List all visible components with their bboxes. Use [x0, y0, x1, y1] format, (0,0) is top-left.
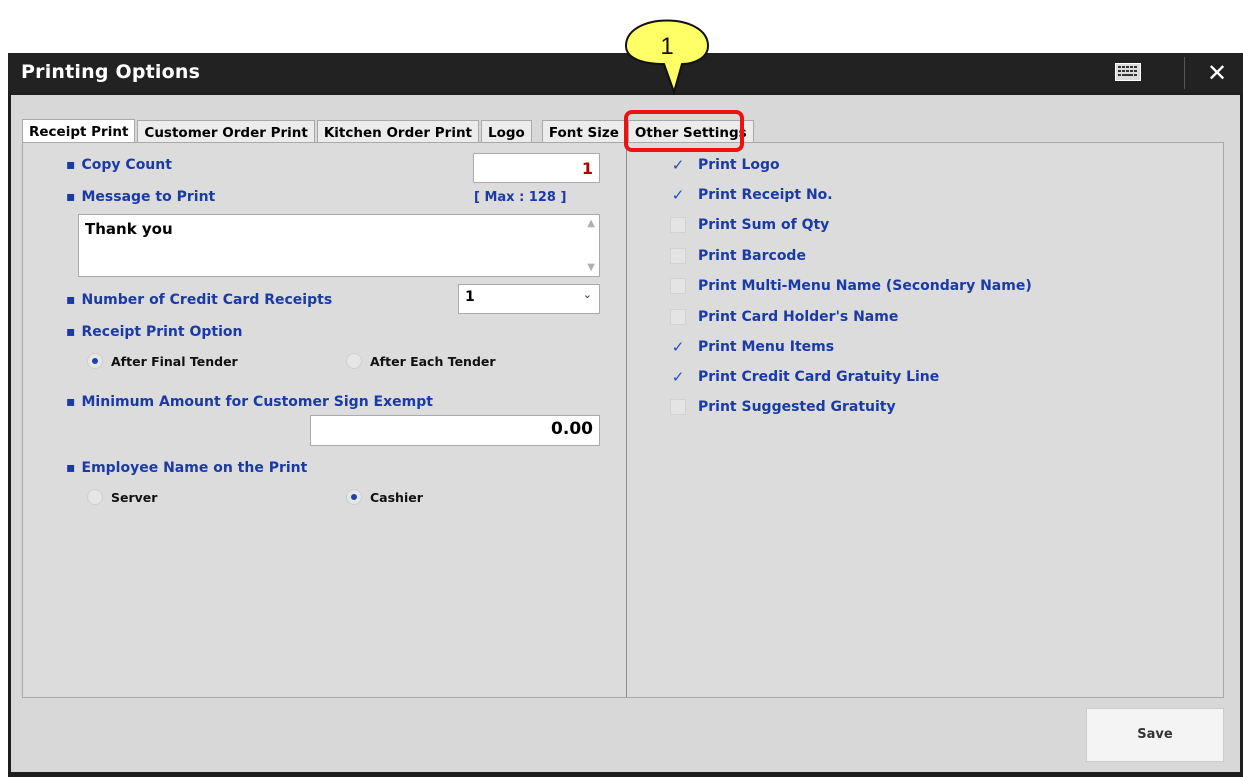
radio-after-each-tender[interactable]: After Each Tender: [346, 353, 496, 369]
checkbox-print-receipt-no[interactable]: ✓ Print Receipt No.: [670, 187, 833, 203]
checkbox-label: Print Receipt No.: [698, 187, 833, 203]
copy-count-value: 1: [581, 159, 593, 178]
min-amount-input[interactable]: 0.00: [310, 415, 600, 446]
checkbox-print-credit-card-gratuity-line[interactable]: ✓ Print Credit Card Gratuity Line: [670, 369, 940, 385]
panel-divider: [626, 143, 627, 697]
message-max-note: [ Max : 128 ]: [474, 190, 567, 205]
checkbox-label: Print Sum of Qty: [698, 217, 830, 233]
radio-icon[interactable]: [346, 489, 362, 505]
min-amount-label: ▪ Minimum Amount for Customer Sign Exempt: [66, 394, 433, 410]
radio-label: After Each Tender: [370, 353, 496, 369]
checkbox-print-barcode[interactable]: Print Barcode: [670, 248, 806, 264]
dialog-body: Receipt Print Customer Order Print Kitch…: [11, 95, 1240, 772]
employee-name-label: ▪ Employee Name on the Print: [66, 460, 308, 476]
tab-kitchen-order-print[interactable]: Kitchen Order Print: [316, 120, 480, 143]
callout-bubble: 1: [624, 19, 710, 96]
checkmark-icon[interactable]: ✓: [670, 369, 686, 385]
checkbox-label: Print Menu Items: [698, 339, 835, 355]
message-to-print-label: ▪ Message to Print: [66, 189, 216, 205]
callout-number: 1: [660, 33, 673, 60]
radio-icon[interactable]: [87, 353, 103, 369]
checkbox-empty-icon[interactable]: [670, 309, 686, 325]
checkbox-empty-icon[interactable]: [670, 278, 686, 294]
scroll-up-icon[interactable]: ▲: [587, 218, 595, 229]
title-separator: [1184, 57, 1185, 89]
checkbox-label: Print Barcode: [698, 248, 806, 264]
receipt-print-option-label: ▪ Receipt Print Option: [66, 324, 243, 340]
checkbox-print-suggested-gratuity[interactable]: Print Suggested Gratuity: [670, 399, 896, 415]
credit-card-receipts-label: ▪ Number of Credit Card Receipts: [66, 292, 333, 308]
checkbox-label: Print Multi-Menu Name (Secondary Name): [698, 278, 1032, 294]
radio-icon[interactable]: [346, 353, 362, 369]
close-icon[interactable]: ✕: [1207, 60, 1227, 86]
checkmark-icon[interactable]: ✓: [670, 187, 686, 203]
radio-label: Server: [111, 489, 158, 505]
radio-label: After Final Tender: [111, 353, 238, 369]
save-button[interactable]: Save: [1086, 708, 1224, 762]
message-text: Thank you: [85, 220, 173, 238]
tab-customer-order-print[interactable]: Customer Order Print: [137, 120, 315, 143]
checkbox-print-sum-of-qty[interactable]: Print Sum of Qty: [670, 217, 829, 233]
printing-options-dialog: Printing Options ✕ Receipt Print Custome…: [8, 53, 1243, 777]
checkmark-icon[interactable]: ✓: [670, 157, 686, 173]
chevron-down-icon: ⌄: [582, 288, 592, 301]
checkbox-label: Print Credit Card Gratuity Line: [698, 369, 940, 385]
scroll-down-icon[interactable]: ▼: [587, 262, 595, 273]
keyboard-icon[interactable]: [1115, 63, 1141, 81]
checkmark-icon[interactable]: ✓: [670, 339, 686, 355]
radio-icon[interactable]: [87, 489, 103, 505]
checkbox-empty-icon[interactable]: [670, 248, 686, 264]
receipt-print-panel: ▪ Copy Count 1 ▪ Message to Print [ Max : …: [22, 142, 1224, 698]
copy-count-label: ▪ Copy Count: [66, 157, 172, 173]
credit-card-receipts-select[interactable]: 1 ⌄: [458, 284, 600, 314]
window-title: Printing Options: [21, 61, 201, 83]
credit-card-receipts-value: 1: [465, 289, 475, 305]
tab-logo[interactable]: Logo: [481, 120, 532, 143]
checkbox-empty-icon[interactable]: [670, 217, 686, 233]
checkbox-label: Print Suggested Gratuity: [698, 399, 896, 415]
tab-font-size[interactable]: Font Size: [541, 120, 626, 143]
tab-receipt-print[interactable]: Receipt Print: [22, 119, 136, 144]
checkbox-print-card-holder-name[interactable]: Print Card Holder's Name: [670, 309, 898, 325]
min-amount-value: 0.00: [551, 419, 593, 439]
radio-cashier[interactable]: Cashier: [346, 489, 423, 505]
message-textarea[interactable]: Thank you ▲ ▼: [78, 214, 600, 277]
radio-label: Cashier: [370, 489, 423, 505]
checkbox-label: Print Card Holder's Name: [698, 309, 899, 325]
copy-count-input[interactable]: 1: [473, 153, 600, 183]
checkbox-print-multi-menu-name[interactable]: Print Multi-Menu Name (Secondary Name): [670, 278, 1032, 294]
checkbox-print-menu-items[interactable]: ✓ Print Menu Items: [670, 339, 834, 355]
checkbox-label: Print Logo: [698, 157, 780, 173]
radio-after-final-tender[interactable]: After Final Tender: [87, 353, 238, 369]
radio-server[interactable]: Server: [87, 489, 157, 505]
callout-highlight-box: [624, 110, 744, 152]
checkbox-print-logo[interactable]: ✓ Print Logo: [670, 157, 780, 173]
checkbox-empty-icon[interactable]: [670, 399, 686, 415]
